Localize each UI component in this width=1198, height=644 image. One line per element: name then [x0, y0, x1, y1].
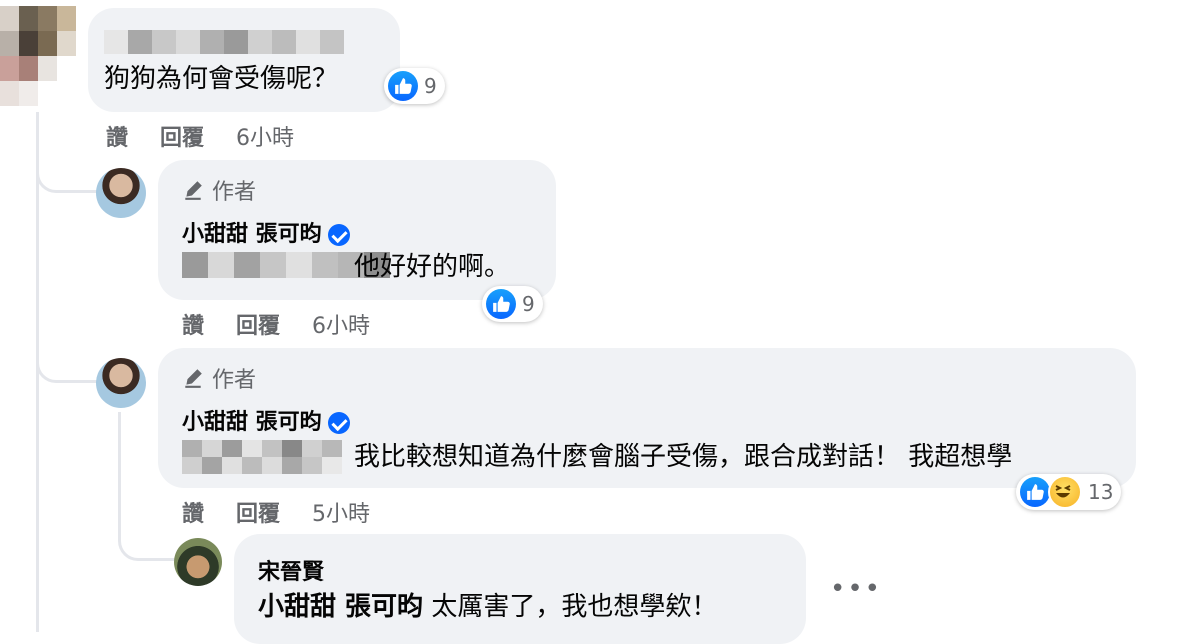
commenter-name[interactable]: 宋晉賢: [258, 554, 324, 586]
comment-bubble-4: [234, 534, 806, 644]
thread-branch-1: [36, 150, 99, 193]
like-button[interactable]: 讚: [182, 308, 204, 340]
comment-actions-3: 讚 回覆 5小時: [182, 496, 370, 528]
comment-actions-2: 讚 回覆 6小時: [182, 308, 370, 340]
reaction-summary-3[interactable]: 13: [1016, 474, 1122, 510]
timestamp[interactable]: 6小時: [312, 308, 370, 340]
thread-branch-3: [118, 512, 177, 561]
like-icon: [388, 71, 418, 101]
avatar-author[interactable]: [96, 168, 146, 218]
more-options-icon[interactable]: •••: [830, 574, 882, 604]
timestamp[interactable]: 6小時: [236, 120, 294, 152]
thread-line-sub: [118, 412, 121, 512]
comment-text-2: 他好好的啊。: [354, 252, 511, 282]
like-icon: [486, 289, 516, 319]
pen-icon: [185, 369, 202, 388]
like-button[interactable]: 讚: [106, 120, 128, 152]
thread-branch-2: [36, 340, 99, 383]
author-tag: 作者: [182, 174, 256, 206]
mention-link[interactable]: 小甜甜 張可昀: [258, 592, 423, 622]
comment-actions-1: 讚 回覆 6小時: [106, 120, 294, 152]
commenter-name-blurred[interactable]: [104, 30, 344, 54]
comment-text-3: 我比較想知道為什麼會腦子受傷，跟合成對話！ 我超想學: [354, 442, 1013, 472]
like-icon: [1020, 477, 1050, 507]
timestamp[interactable]: 5小時: [312, 496, 370, 528]
author-name-text[interactable]: 小甜甜 張可昀: [182, 410, 322, 435]
author-name-text[interactable]: 小甜甜 張可昀: [182, 222, 322, 247]
pen-icon: [185, 181, 202, 200]
reaction-summary-2[interactable]: 9: [482, 286, 543, 322]
haha-icon: [1048, 475, 1082, 509]
reply-button[interactable]: 回覆: [236, 496, 280, 528]
comment-body: 太厲害了，我也想學欸！: [431, 592, 718, 622]
like-button[interactable]: 讚: [182, 496, 204, 528]
verified-badge-icon: [327, 224, 350, 246]
author-name[interactable]: 小甜甜 張可昀: [182, 216, 350, 248]
author-tag-label: 作者: [212, 368, 257, 393]
avatar-commenter[interactable]: [174, 538, 222, 586]
avatar-commenter-blurred[interactable]: [0, 6, 76, 106]
avatar-author[interactable]: [96, 358, 146, 408]
author-name[interactable]: 小甜甜 張可昀: [182, 404, 350, 436]
reaction-count-1: 9: [424, 74, 437, 98]
author-tag: 作者: [182, 362, 256, 394]
comment-text-1: 狗狗為何會受傷呢？: [104, 64, 339, 94]
reply-button[interactable]: 回覆: [236, 308, 280, 340]
comment-bubble-1: [88, 8, 400, 112]
reaction-summary-1[interactable]: 9: [384, 68, 445, 104]
author-tag-label: 作者: [212, 180, 257, 205]
verified-badge-icon: [327, 412, 350, 434]
comment-text-4: 小甜甜 張可昀 太厲害了，我也想學欸！: [258, 590, 717, 624]
mention-blurred[interactable]: [182, 440, 346, 474]
reaction-count-2: 9: [522, 292, 535, 316]
reaction-count-3: 13: [1088, 480, 1114, 504]
reply-button[interactable]: 回覆: [160, 120, 204, 152]
